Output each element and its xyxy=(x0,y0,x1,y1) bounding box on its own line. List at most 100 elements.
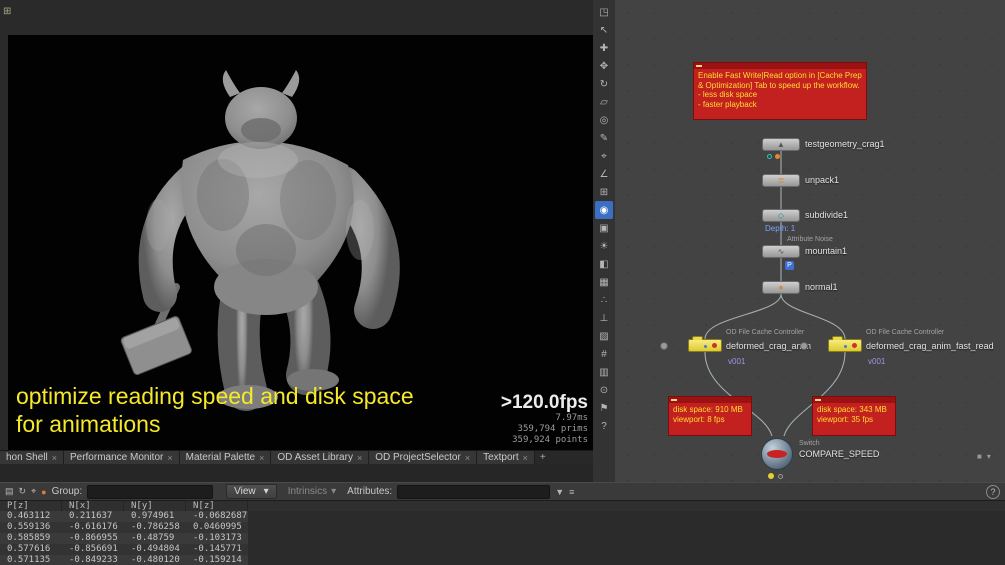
node-deformed-crag-anim-fast-read[interactable] xyxy=(828,336,862,352)
sticky-note-header[interactable] xyxy=(694,63,866,69)
node-mountain[interactable]: ∿ xyxy=(762,245,800,258)
spreadsheet-rows: 0.463112 0.211637 0.974961 -0.0682687 0.… xyxy=(0,511,1005,565)
normals-display-icon[interactable]: ⊥ xyxy=(595,309,613,327)
tab-od-projectselector[interactable]: OD ProjectSelector × xyxy=(369,451,478,464)
node-type-mountain: Attribute Noise xyxy=(787,236,833,243)
filter-icon[interactable]: ▼ xyxy=(555,487,564,497)
memory-display-icon[interactable]: ▥ xyxy=(595,363,613,381)
help-button[interactable]: ? xyxy=(986,484,1000,499)
intrinsics-dropdown[interactable]: Intrinsics ▾ xyxy=(288,486,336,497)
node-subdivide[interactable]: ◇ xyxy=(762,209,800,222)
pane-tab-icon[interactable]: ⊞ xyxy=(3,6,11,17)
table-row[interactable]: 0.559136 -0.616176 -0.786258 0.0460995 xyxy=(0,522,248,533)
node-unpack[interactable]: ≣ xyxy=(762,174,800,187)
group-input[interactable] xyxy=(87,484,214,499)
refresh-icon[interactable]: ↻ xyxy=(19,486,27,497)
cache-right-connector[interactable] xyxy=(800,342,808,350)
crag-node-icon: ▲ xyxy=(777,139,785,149)
new-tab-button[interactable]: + xyxy=(535,451,551,464)
switch-flag-ring[interactable] xyxy=(778,474,783,479)
cell: -0.145771 xyxy=(193,544,242,554)
cell: -0.866955 xyxy=(69,533,118,543)
display-flag[interactable] xyxy=(767,154,772,159)
node-normal[interactable]: ● xyxy=(762,281,800,294)
background-display-icon[interactable]: ▨ xyxy=(595,327,613,345)
disk-space-note-right[interactable]: disk space: 343 MB viewport: 35 fps xyxy=(812,396,896,436)
points-display-icon[interactable]: ∴ xyxy=(595,291,613,309)
cell: -0.849233 xyxy=(69,555,118,565)
viewport-stats: >120.0fps 7.97ms 359,794 prims 359,924 p… xyxy=(501,392,588,446)
add-tool-icon[interactable]: ✚ xyxy=(595,39,613,57)
note-left-header[interactable] xyxy=(669,397,751,403)
move-tool-icon[interactable]: ✥ xyxy=(595,57,613,75)
render-flag[interactable] xyxy=(775,154,780,159)
pane-layout-icon[interactable]: ◳ xyxy=(595,3,613,21)
tab-close-icon[interactable]: × xyxy=(259,453,264,463)
network-pane-menu-icon[interactable]: ▾ xyxy=(987,452,991,461)
camera-tool-icon[interactable]: ▣ xyxy=(595,219,613,237)
table-row[interactable]: 0.577616 -0.856691 -0.494804 -0.145771 xyxy=(0,544,248,555)
tab-od-asset-library[interactable]: OD Asset Library × xyxy=(271,451,370,464)
column-header-nx: N[x] xyxy=(62,501,124,511)
scale-tool-icon[interactable]: ▱ xyxy=(595,93,613,111)
disk-space-note-left[interactable]: disk space: 910 MB viewport: 8 fps xyxy=(668,396,752,436)
wireframe-mode-icon[interactable]: ▦ xyxy=(595,273,613,291)
attributes-input[interactable] xyxy=(397,484,551,499)
table-row[interactable]: 0.571135 -0.849233 -0.480120 -0.159214 xyxy=(0,555,248,565)
node-link-icon[interactable]: ● xyxy=(41,487,46,497)
cell: 0.0460995 xyxy=(193,522,242,532)
grid-snap-icon[interactable]: ⊞ xyxy=(595,183,613,201)
center-view-icon[interactable]: ⊙ xyxy=(595,381,613,399)
tab-close-icon[interactable]: × xyxy=(357,453,362,463)
node-testgeometry-crag[interactable]: ▲ xyxy=(762,138,800,151)
view-dropdown[interactable]: View ▾ xyxy=(226,484,277,499)
tab-textport[interactable]: Textport × xyxy=(477,451,535,464)
node-label-cache-left: deformed_crag_anim xyxy=(726,341,812,351)
cell: -0.103173 xyxy=(193,533,242,543)
node-type-switch: Switch xyxy=(799,440,820,447)
select-tool-icon[interactable]: ↖ xyxy=(595,21,613,39)
node-label-compare-speed: COMPARE_SPEED xyxy=(799,449,880,459)
note-right-header[interactable] xyxy=(813,397,895,403)
sticky-note[interactable]: Enable Fast Write|Read option in [Cache … xyxy=(693,62,867,120)
node-label-unpack: unpack1 xyxy=(805,175,840,185)
pin-icon[interactable]: ⌖ xyxy=(31,486,36,497)
viewport-toolbar: ◳ ↖ ✚ ✥ ↻ ▱ ◎ ✎ ⌖ ∠ ⊞ ◉ ▣ ☀ ◧ ▦ ∴ ⊥ ▨ # ▥ ⊙ ⚑? xyxy=(593,0,615,482)
column-header-pz: P[z] xyxy=(0,501,62,511)
grid-display-icon[interactable]: # xyxy=(595,345,613,363)
node-compare-speed[interactable] xyxy=(761,438,793,470)
handle-tool-icon[interactable]: ◎ xyxy=(595,111,613,129)
tab-close-icon[interactable]: × xyxy=(465,453,470,463)
table-row[interactable]: 0.585859 -0.866955 -0.48759 -0.103173 xyxy=(0,533,248,544)
rotate-tool-icon[interactable]: ↻ xyxy=(595,75,613,93)
tab-performance-monitor[interactable]: Performance Monitor × xyxy=(63,451,180,464)
spreadsheet-pane-icon[interactable]: ▤ xyxy=(5,486,14,497)
node-deformed-crag-anim[interactable] xyxy=(688,336,722,352)
network-editor[interactable]: Enable Fast Write|Read option in [Cache … xyxy=(615,0,1005,482)
scene-viewport[interactable]: optimize reading speed and disk space fo… xyxy=(8,35,593,450)
switch-flag-dot[interactable] xyxy=(768,473,774,479)
network-pane-square-icon[interactable]: ■ xyxy=(977,452,982,461)
sort-icon[interactable]: ≡ xyxy=(569,487,574,497)
cell: 0.577616 xyxy=(7,544,51,554)
tab-python-shell[interactable]: hon Shell × xyxy=(0,451,64,464)
cell: -0.494804 xyxy=(131,544,180,554)
tab-material-palette[interactable]: Material Palette × xyxy=(179,451,272,464)
draw-tool-icon[interactable]: ✎ xyxy=(595,129,613,147)
cache-left-connector[interactable] xyxy=(660,342,668,350)
cache-left-version: v001 xyxy=(728,357,746,366)
measure-tool-icon[interactable]: ∠ xyxy=(595,165,613,183)
viewport-help-icon[interactable]: ? xyxy=(595,417,613,435)
spreadsheet-header-row: P[z] N[x] N[y] N[z] xyxy=(0,500,1005,511)
flag-icon[interactable]: ⚑ xyxy=(595,399,613,417)
light-tool-icon[interactable]: ☀ xyxy=(595,237,613,255)
tab-close-icon[interactable]: × xyxy=(167,453,172,463)
table-row[interactable]: 0.463112 0.211637 0.974961 -0.0682687 xyxy=(0,511,248,522)
tab-close-icon[interactable]: × xyxy=(52,453,57,463)
cell: -0.0682687 xyxy=(193,511,248,521)
cell: 0.974961 xyxy=(131,511,175,521)
tab-close-icon[interactable]: × xyxy=(523,453,528,463)
snap-tool-icon[interactable]: ⌖ xyxy=(595,147,613,165)
shading-mode-icon[interactable]: ◧ xyxy=(595,255,613,273)
view-tool-icon[interactable]: ◉ xyxy=(595,201,613,219)
